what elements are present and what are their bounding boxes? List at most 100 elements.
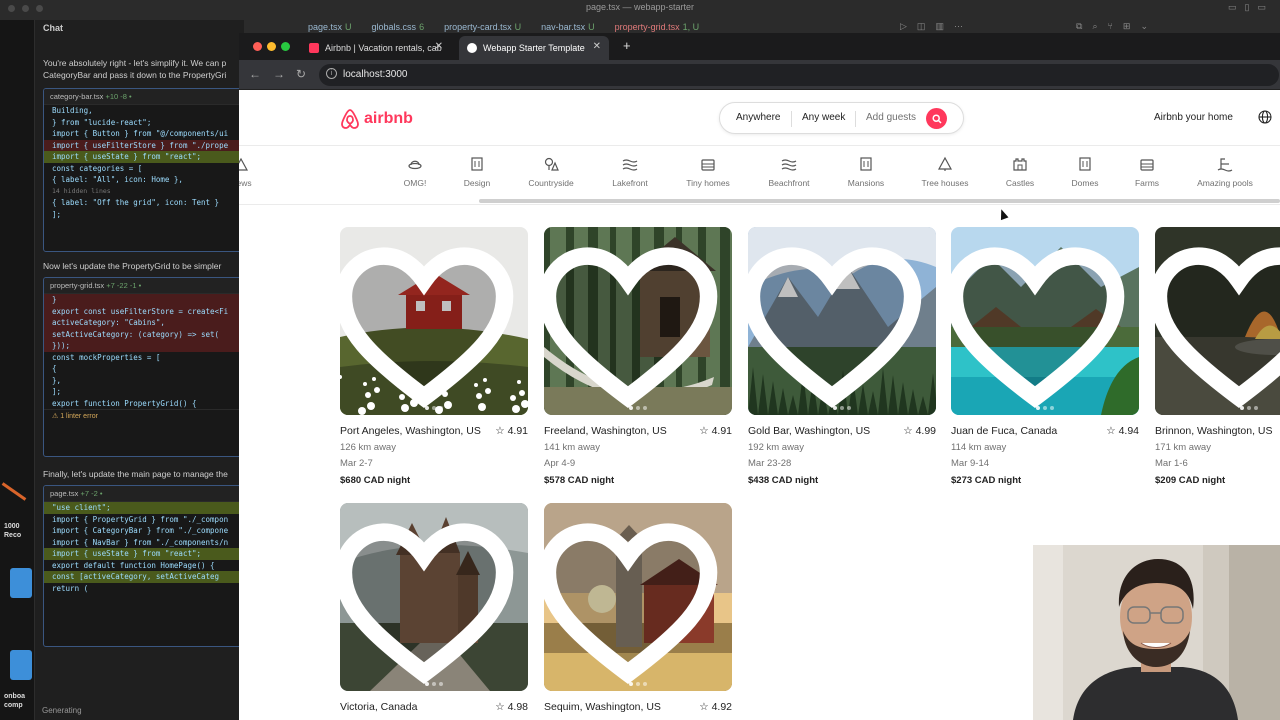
editor-tab[interactable]: nav-bar.tsx U	[533, 20, 603, 34]
heart-icon[interactable]	[340, 236, 518, 415]
browser-tab-webapp[interactable]: Webapp Starter Template ✕	[459, 36, 609, 60]
anywhere-button[interactable]: Anywhere	[736, 112, 780, 123]
airbnb-logo[interactable]: airbnb	[340, 108, 413, 130]
layout-icon[interactable]: ▥	[935, 21, 944, 32]
property-location: Juan de Fuca, Canada	[951, 425, 1058, 437]
host-link[interactable]: Airbnb your home	[1154, 112, 1233, 123]
close-tab-icon[interactable]: ✕	[593, 41, 601, 52]
category-amazing-pools[interactable]: Amazing pools	[1185, 156, 1265, 188]
mouse-cursor	[997, 207, 1009, 221]
category-scrollbar[interactable]	[479, 199, 1280, 203]
heart-icon[interactable]	[544, 512, 722, 691]
category-tree-houses[interactable]: Tree houses	[905, 156, 985, 188]
panel-icon[interactable]: ▭	[1228, 2, 1237, 13]
search-pill[interactable]: Anywhere Any week Add guests	[719, 102, 964, 134]
branch-icon[interactable]: ⑂	[1107, 21, 1112, 32]
code-line: export function PropertyGrid() {	[52, 398, 197, 408]
heart-icon[interactable]	[1155, 236, 1280, 415]
property-photo[interactable]	[1155, 227, 1280, 415]
property-photo[interactable]	[544, 503, 732, 691]
code-line: Building,	[52, 106, 93, 115]
divider	[855, 111, 856, 127]
category-beachfront[interactable]: Beachfront	[749, 156, 829, 188]
pagination-dot	[1254, 406, 1258, 410]
property-photo[interactable]	[748, 227, 936, 415]
code-line: import { useState } from "react";	[44, 151, 262, 163]
copy-icon[interactable]: ⧉	[1076, 21, 1082, 32]
pagination-dot	[439, 406, 443, 410]
editor-tab[interactable]: page.tsx U	[300, 20, 360, 34]
heart-icon[interactable]	[748, 236, 926, 415]
property-photo[interactable]	[951, 227, 1139, 415]
category-tiny-homes[interactable]: Tiny homes	[668, 156, 748, 188]
close-tab-icon[interactable]: ✕	[435, 41, 443, 52]
category-design[interactable]: Design	[437, 156, 517, 188]
search-icon	[931, 113, 942, 124]
split-icon[interactable]: ◫	[917, 21, 926, 32]
extensions-icon[interactable]: ⊞	[1123, 21, 1131, 32]
pagination-dot	[432, 682, 436, 686]
code-line: { label: "All", icon: Home },	[52, 175, 183, 184]
more-icon[interactable]: ⋯	[954, 21, 963, 32]
pagination-dot	[629, 406, 633, 410]
category-label: Amazing pools	[1197, 178, 1253, 188]
property-card[interactable]: Port Angeles, Washington, US ☆ 4.91 126 k…	[340, 227, 528, 486]
property-card[interactable]: Juan de Fuca, Canada ☆ 4.94 114 km away Ma…	[951, 227, 1139, 486]
property-photo[interactable]	[544, 227, 732, 415]
property-card[interactable]: Gold Bar, Washington, US ☆ 4.99 192 km aw…	[748, 227, 936, 486]
minimize-window-button[interactable]	[267, 42, 276, 51]
folder-icon[interactable]	[10, 650, 32, 680]
code-block-category-bar[interactable]: category-bar.tsx +10 -8 • Building,} fro…	[43, 88, 263, 252]
any-week-button[interactable]: Any week	[802, 112, 845, 123]
rating-value: 4.92	[711, 701, 732, 713]
new-tab-icon[interactable]: +	[623, 38, 631, 53]
code-block-property-grid[interactable]: property-grid.tsx +7 -22 -1 • } export co…	[43, 277, 263, 457]
forward-icon[interactable]: →	[273, 67, 285, 81]
chevron-down-icon[interactable]: ⌄	[1140, 21, 1148, 32]
url-text[interactable]: localhost:3000	[343, 69, 408, 80]
category-countryside[interactable]: Countryside	[511, 156, 591, 188]
editor-tab[interactable]: property-grid.tsx 1, U	[607, 20, 708, 34]
property-card[interactable]: Sequim, Washington, US ☆ 4.92	[544, 503, 732, 713]
property-distance: 114 km away	[951, 442, 1007, 453]
browser-tab-airbnb[interactable]: Airbnb | Vacation rentals, cab ✕	[301, 36, 451, 60]
folder-icon[interactable]	[10, 568, 32, 598]
star-icon: ☆	[495, 701, 505, 713]
globe-icon[interactable]	[1258, 110, 1272, 124]
property-card[interactable]: Victoria, Canada ☆ 4.98	[340, 503, 528, 713]
editor-tab[interactable]: property-card.tsx U	[436, 20, 529, 34]
editor-tab[interactable]: globals.css 6	[364, 20, 433, 34]
search-icon[interactable]: ⌕	[1092, 21, 1097, 32]
url-field[interactable]: i localhost:3000	[319, 64, 1279, 86]
heart-icon[interactable]	[951, 236, 1129, 415]
linter-error[interactable]: ⚠ 1 linter error	[44, 409, 262, 422]
zoom-window-button[interactable]	[281, 42, 290, 51]
run-icon[interactable]: ▷	[900, 21, 907, 32]
back-icon[interactable]: ←	[249, 67, 261, 81]
heart-icon[interactable]	[544, 236, 722, 415]
info-icon[interactable]: i	[326, 68, 337, 79]
close-window-button[interactable]	[253, 42, 262, 51]
pagination-dot	[847, 406, 851, 410]
category-lakefront[interactable]: Lakefront	[590, 156, 670, 188]
code-line: export const useFilterStore = create<Fi	[44, 305, 262, 317]
pagination-dot	[643, 682, 647, 686]
panel-icon[interactable]: ▭	[1257, 2, 1266, 13]
category-views[interactable]: views	[239, 156, 281, 188]
property-photo[interactable]	[340, 227, 528, 415]
add-guests-button[interactable]: Add guests	[866, 112, 916, 123]
category-mansions[interactable]: Mansions	[826, 156, 906, 188]
panel-icon[interactable]: ▯	[1245, 2, 1250, 13]
property-card[interactable]: Brinnon, Washington, US ☆ 4.171 km awayM…	[1155, 227, 1280, 486]
property-card[interactable]: Freeland, Washington, US ☆ 4.91 141 km aw…	[544, 227, 732, 486]
reload-icon[interactable]: ↻	[296, 67, 306, 81]
code-diff-stats: +7 -2 •	[80, 489, 103, 498]
heart-icon[interactable]	[340, 512, 518, 691]
code-diff-stats: +10 -8 •	[105, 92, 132, 101]
property-photo[interactable]	[340, 503, 528, 691]
code-block-page[interactable]: page.tsx +7 -2 • "use client"; import { P…	[43, 485, 263, 647]
pagination-dot	[629, 682, 633, 686]
search-button[interactable]	[926, 108, 947, 129]
category-farms[interactable]: Farms	[1107, 156, 1187, 188]
code-diff-stats: +7 -22 -1 •	[106, 281, 142, 290]
